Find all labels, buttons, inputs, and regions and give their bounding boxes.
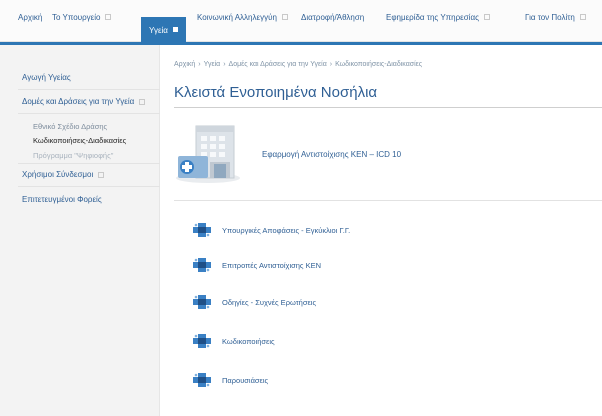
breadcrumb-health[interactable]: Υγεία [204,61,221,68]
medical-cross-icon [193,295,211,309]
dropdown-square-icon [105,14,112,20]
list-item-label: Επιτροπές Αντιστοίχισης ΚΕΝ [222,260,322,270]
list-item-label: Παρουσιάσεις [222,375,269,385]
tab-social-solidarity-label: Κοινωνική Αλληλεγγύη [197,13,277,22]
tab-service-newspaper[interactable]: Εφημερίδα της Υπηρεσίας [386,13,490,43]
list-item-label: Οδηγίες - Συχνές Ερωτήσεις [222,297,317,307]
tab-health-label: Υγεία [149,26,168,35]
medical-cross-icon [193,334,211,348]
tab-home[interactable]: Αρχική [18,13,42,43]
dropdown-square-icon [281,14,288,20]
medical-cross-icon [193,373,211,387]
tab-service-newspaper-label: Εφημερίδα της Υπηρεσίας [386,13,479,22]
tab-for-citizen-label: Για τον Πολίτη [525,13,575,22]
sidebar-divider [18,186,160,187]
sidebar-item-label: Επιτετευγμένοι Φορείς [22,195,102,204]
tab-home-label: Αρχική [18,13,43,22]
breadcrumb-separator: › [223,61,226,68]
sidebar-item-health-education[interactable]: Αγωγή Υγείας [22,73,71,82]
list-item-label: Κωδικοποιήσεις [222,336,275,346]
title-divider [174,107,602,108]
sidebar-item-label: Δομές και Δράσεις για την Υγεία [22,97,135,106]
tab-nutrition-sports[interactable]: Διατροφή/Άθληση [301,13,364,43]
tab-health[interactable]: Υγεία [141,17,186,43]
sidebar: Αγωγή Υγείας Δομές και Δράσεις για την Υ… [0,45,160,416]
tab-for-citizen[interactable]: Για τον Πολίτη [525,13,586,43]
tab-ministry-label: Το Υπουργείο [52,13,101,22]
top-navigation: Αρχική Το Υπουργείο Υγεία Κοινωνική Αλλη… [0,0,602,43]
list-item[interactable]: Οδηγίες - Συχνές Ερωτήσεις [192,294,316,310]
tab-social-solidarity[interactable]: Κοινωνική Αλληλεγγύη [197,13,288,43]
page-title: Κλειστά Ενοποιημένα Νοσήλια [174,84,378,101]
list-item[interactable]: Παρουσιάσεις [192,372,268,388]
list-item-label: Υπουργικές Αποφάσεις - Εγκύκλιοι Γ.Γ. [222,225,351,235]
sidebar-divider [18,89,160,90]
breadcrumb-separator: › [329,61,333,68]
breadcrumb: Αρχική › Υγεία › Δομές και Δράσεις για την Υ… [174,61,425,68]
breadcrumb-current: Κωδικοποιήσεις-Διαδικασίες [335,61,423,68]
medical-cross-icon [193,223,211,237]
list-item[interactable]: Υπουργικές Αποφάσεις - Εγκύκλιοι Γ.Γ. [192,222,350,238]
dropdown-square-icon [98,171,105,178]
dropdown-square-icon [579,14,586,20]
sidebar-divider [18,163,160,164]
dropdown-square-icon [172,27,178,32]
breadcrumb-home[interactable]: Αρχική [174,61,195,68]
medical-cross-icon [193,258,211,272]
sidebar-subitem-codifications[interactable]: Κωδικοποιήσεις-Διαδικασίες [33,136,126,145]
breadcrumb-separator: › [198,61,201,68]
hospital-building-icon[interactable] [174,122,244,184]
list-item[interactable]: Επιτροπές Αντιστοίχισης ΚΕΝ [192,257,321,273]
sidebar-item-health-structures[interactable]: Δομές και Δράσεις για την Υγεία [22,97,146,106]
sidebar-subitem-program[interactable]: Πρόγραμμα "Ψηφιοφής" [33,151,113,160]
list-item[interactable]: Κωδικοποιήσεις [192,333,275,349]
hero-divider [174,200,602,201]
sidebar-item-label: Χρήσιμοι Σύνδεσμοι [22,170,94,179]
sidebar-item-useful-links[interactable]: Χρήσιμοι Σύνδεσμοι [22,170,105,179]
icd10-mapping-link[interactable]: Εφαρμογή Αντιστοίχισης ΚΕΝ – ICD 10 [262,150,401,159]
sidebar-subitem-national-plan[interactable]: Εθνικό Σχέδιο Δράσης [33,122,107,131]
tab-ministry[interactable]: Το Υπουργείο [52,13,112,43]
sidebar-item-label: Αγωγή Υγείας [22,73,71,82]
sidebar-item-supervised-bodies[interactable]: Επιτετευγμένοι Φορείς [22,195,102,204]
dropdown-square-icon [139,98,146,105]
breadcrumb-structures[interactable]: Δομές και Δράσεις για την Υγεία [229,61,327,68]
sidebar-divider [18,113,160,114]
dropdown-square-icon [483,14,490,20]
tab-nutrition-sports-label: Διατροφή/Άθληση [301,13,365,22]
